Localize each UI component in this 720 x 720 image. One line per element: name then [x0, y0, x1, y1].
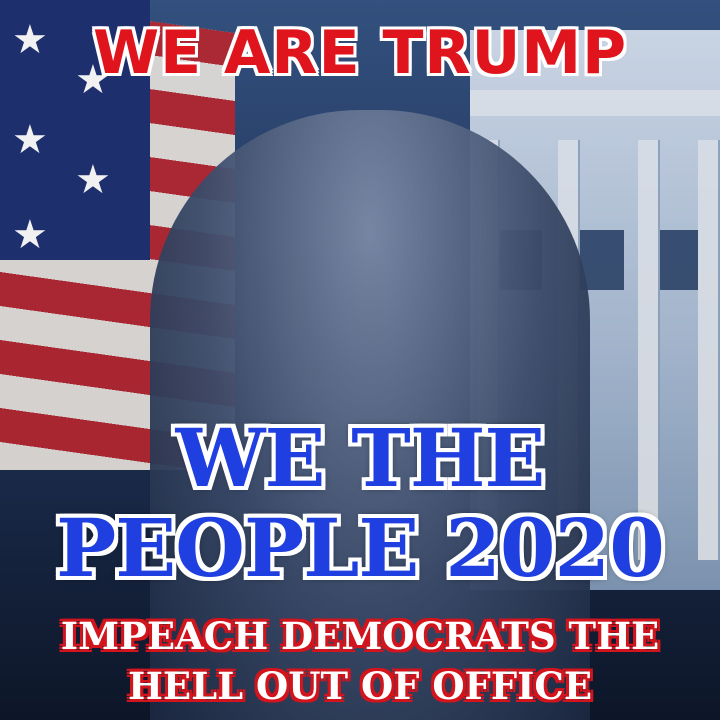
photo-placeholder-mark: [150, 260, 590, 275]
headline-bottom-line1: IMPEACH DEMOCRATS THE: [60, 614, 660, 658]
star-icon: ★: [75, 157, 111, 203]
headline-bottom-line2: HELL OUT OF OFFICE: [127, 664, 593, 708]
meme-graphic: ★ ★ ★ ★ ★ WE ARE TRUMP WE THE PEOPLE 202…: [0, 0, 720, 720]
headline-middle-line1: WE THE: [175, 411, 546, 505]
star-icon: ★: [12, 117, 48, 163]
headline-middle-line2: PEOPLE 2020: [56, 501, 665, 595]
headline-top: WE ARE TRUMP: [92, 18, 628, 88]
building-roof: [470, 90, 720, 116]
star-icon: ★: [12, 212, 48, 258]
